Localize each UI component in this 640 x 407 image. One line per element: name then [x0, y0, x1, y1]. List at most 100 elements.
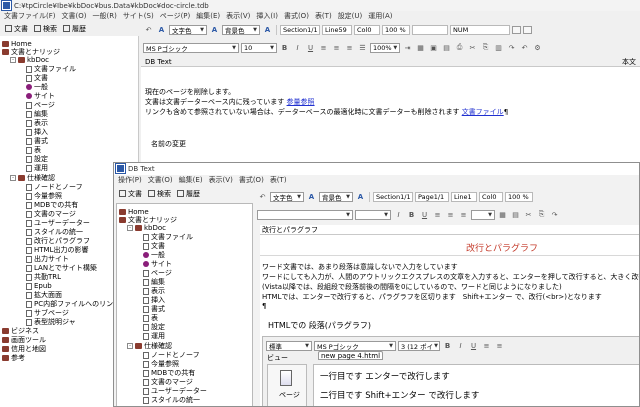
inner-font-select[interactable]: MS Pゴシック ▼ — [314, 340, 396, 351]
italic-button[interactable]: I — [455, 340, 466, 351]
tree-item[interactable]: 文書とナリッジ — [119, 216, 177, 224]
check-box-2[interactable] — [523, 25, 532, 34]
undo-icon[interactable]: ↶ — [519, 42, 530, 53]
table-icon[interactable]: ▦ — [497, 209, 508, 220]
menu-format[interactable]: 書式(O) — [239, 175, 264, 185]
tree-item[interactable]: スタイルの統一 — [26, 228, 83, 236]
tab-search[interactable]: 検索 — [146, 189, 173, 198]
tree-item[interactable]: 画面ツール — [2, 336, 46, 344]
menu-file[interactable]: 文書ファイル(F) — [4, 11, 56, 21]
menu-edit[interactable]: 編集(E) — [179, 175, 203, 185]
tree-item[interactable]: - kbDoc — [10, 56, 49, 64]
expand-toggle-icon[interactable]: - — [10, 175, 16, 181]
zoom-select[interactable]: 100% ▼ — [370, 42, 400, 53]
highlight-icon[interactable]: A — [262, 24, 273, 35]
menu-edit[interactable]: 編集(E) — [196, 11, 220, 21]
tree-item[interactable]: 設定 — [143, 323, 165, 331]
save-icon[interactable]: ▤ — [510, 209, 521, 220]
tree-item[interactable]: MDBでの共有 — [26, 201, 78, 209]
expand-toggle-icon[interactable]: - — [127, 343, 133, 349]
tree-item[interactable]: HTML出力の影響 — [26, 246, 88, 254]
tree-item[interactable]: LANとでサイト構築 — [26, 264, 97, 272]
inner-size-select[interactable]: 3 (12 ポイ ▼ — [398, 340, 440, 351]
tree-item[interactable]: サイト — [143, 260, 172, 268]
menu-settings[interactable]: 設定(U) — [338, 11, 363, 21]
font-color-icon[interactable]: A — [306, 191, 317, 202]
align-center-icon[interactable]: ≡ — [445, 209, 456, 220]
undo-icon[interactable]: ↶ — [257, 191, 268, 202]
menu-doc[interactable]: 文書(O) — [62, 11, 87, 21]
tree-item[interactable]: ビジネス — [2, 327, 39, 335]
tree-item[interactable]: 文書 — [143, 242, 165, 250]
expand-toggle-icon[interactable]: - — [10, 57, 16, 63]
tree-item[interactable]: 改行とパラグラフ — [26, 237, 90, 245]
menu-insert[interactable]: 挿入(I) — [256, 11, 278, 21]
tree-item[interactable]: ユーザーデーター — [143, 387, 207, 395]
align-left-icon[interactable]: ≡ — [318, 42, 329, 53]
tree-item[interactable]: 文書ファイル — [26, 65, 76, 73]
tree-item[interactable]: 拡大面面 — [26, 291, 62, 299]
tree-item[interactable]: 文書ファイル — [143, 233, 193, 241]
tree-item[interactable]: 挿入 — [26, 128, 48, 136]
menu-view[interactable]: 表示(V) — [226, 11, 250, 21]
align-left-icon[interactable]: ≡ — [481, 340, 492, 351]
tree-item[interactable]: 運用 — [143, 332, 165, 340]
tree-item[interactable]: MDBでの共有 — [143, 369, 195, 377]
tree-item[interactable]: 信用と地図 — [2, 345, 46, 353]
print-icon[interactable]: ⎙ — [454, 42, 465, 53]
file-link[interactable]: 文書ファイル — [462, 108, 504, 116]
tree-item[interactable]: 表 — [26, 146, 41, 154]
tree-item[interactable]: PC内部ファイルへのリン — [26, 300, 113, 308]
tree-item[interactable]: 書式 — [143, 305, 165, 313]
tree-item[interactable]: 文書のマージ — [26, 210, 76, 218]
underline-button[interactable]: U — [468, 340, 479, 351]
bold-button[interactable]: B — [406, 209, 417, 220]
menu-format[interactable]: 書式(O) — [284, 11, 309, 21]
copy-icon[interactable]: ⎘ — [536, 209, 547, 220]
ref-link[interactable]: 参量参照 — [287, 98, 315, 106]
tree-item[interactable]: 出力サイト — [26, 255, 69, 263]
menu-table[interactable]: 表(T) — [270, 175, 287, 185]
tree-item[interactable]: 表示 — [143, 287, 165, 295]
size-select[interactable]: ▼ — [355, 209, 391, 220]
menu-view[interactable]: 表示(V) — [209, 175, 233, 185]
tree-item[interactable]: 一般 — [26, 83, 48, 91]
bg-color-select[interactable]: 背景色 ▼ — [319, 191, 353, 202]
menu-general[interactable]: 一般(R) — [92, 11, 116, 21]
menu-operation[interactable]: 操作(P) — [118, 175, 142, 185]
tree-item[interactable]: 運用 — [26, 164, 48, 172]
copy-icon[interactable]: ⎘ — [480, 42, 491, 53]
redo-icon[interactable]: ↷ — [506, 42, 517, 53]
tree-item[interactable]: ページ — [143, 269, 172, 277]
italic-button[interactable]: I — [292, 42, 303, 53]
tree-item[interactable]: サブページ — [26, 309, 69, 317]
tree-item[interactable]: 文書のマージ — [143, 378, 193, 386]
tab-document[interactable]: 文書 — [117, 189, 144, 198]
expand-toggle-icon[interactable]: - — [127, 225, 133, 231]
tab-document[interactable]: 文書 — [3, 24, 30, 33]
settings-icon[interactable]: ⚙ — [532, 42, 543, 53]
menu-table[interactable]: 表(T) — [315, 11, 332, 21]
tree-item[interactable]: 文書 — [26, 74, 48, 82]
bg-color-select[interactable]: 背景色 ▼ — [222, 24, 260, 35]
indent-icon[interactable]: ⇥ — [402, 42, 413, 53]
tree-item[interactable]: - kbDoc — [127, 224, 166, 232]
tree-item[interactable]: Epub — [26, 282, 52, 290]
save-icon[interactable]: ▤ — [441, 42, 452, 53]
menu-operation[interactable]: 運用(A) — [368, 11, 392, 21]
bold-button[interactable]: B — [279, 42, 290, 53]
image-icon[interactable]: ▣ — [428, 42, 439, 53]
align-center-icon[interactable]: ≡ — [494, 340, 505, 351]
tab-history[interactable]: 履歴 — [61, 24, 88, 33]
align-left-icon[interactable]: ≡ — [432, 209, 443, 220]
tree-item[interactable]: 表示 — [26, 119, 48, 127]
underline-button[interactable]: U — [305, 42, 316, 53]
check-box-1[interactable] — [512, 25, 521, 34]
highlight-icon[interactable]: A — [355, 191, 366, 202]
paste-icon[interactable]: ▥ — [493, 42, 504, 53]
undo-icon[interactable]: ↶ — [143, 24, 154, 35]
menu-doc[interactable]: 文書(O) — [148, 175, 173, 185]
tree-item[interactable]: 表 — [143, 314, 158, 322]
tree-item[interactable]: 文書とナリッジ — [2, 48, 60, 56]
text-color-select[interactable]: 文字色 ▼ — [270, 191, 304, 202]
